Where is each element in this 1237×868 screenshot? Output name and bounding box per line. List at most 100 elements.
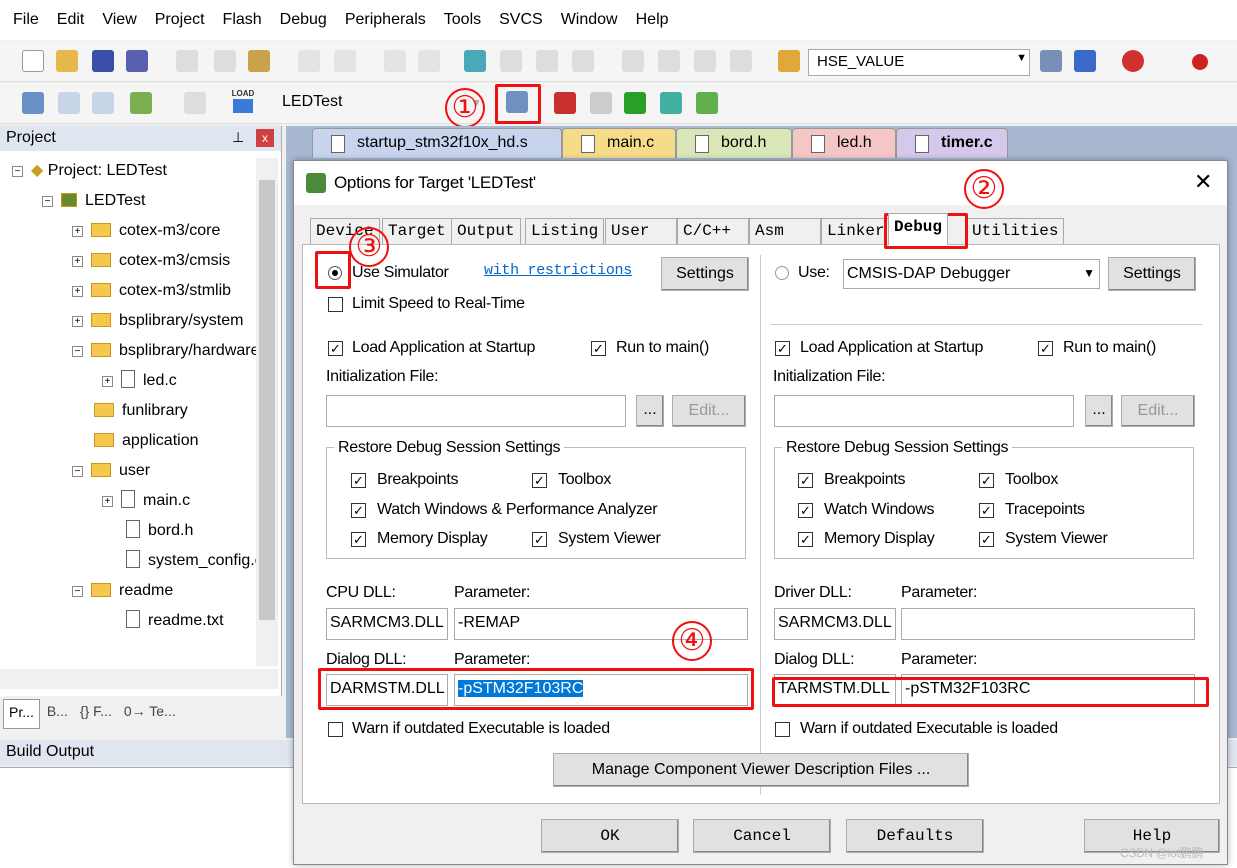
tree-item-file[interactable]: + led.c <box>102 368 177 394</box>
init-file-edit-button[interactable]: Edit... <box>1121 395 1195 427</box>
select-packs-icon[interactable] <box>590 92 612 114</box>
load-app-checkbox[interactable]: ✓ <box>328 341 343 356</box>
tree-item-project[interactable]: − ◆ Project: LEDTest <box>12 158 167 184</box>
paste-icon[interactable] <box>248 50 270 72</box>
pack-installer-icon[interactable] <box>660 92 682 114</box>
new-file-icon[interactable] <box>22 50 44 72</box>
tab-linker[interactable]: Linker <box>821 218 891 244</box>
clear-bookmarks-icon[interactable] <box>572 50 594 72</box>
menu-view[interactable]: View <box>93 11 145 29</box>
tab-utilities[interactable]: Utilities <box>966 218 1065 244</box>
menu-window[interactable]: Window <box>552 11 627 29</box>
memory-checkbox[interactable]: ✓ <box>798 532 813 547</box>
close-icon[interactable]: x <box>256 129 274 147</box>
tree-item-folder[interactable]: − readme <box>72 578 173 604</box>
tab-books[interactable]: B... <box>42 699 73 729</box>
chevron-down-icon[interactable]: ▼ <box>1016 52 1027 64</box>
editor-tab[interactable]: startup_stm32f10x_hd.s <box>312 128 562 158</box>
tree-item-folder[interactable]: + cotex-m3/core <box>72 218 220 244</box>
tab-asm[interactable]: Asm <box>749 218 821 244</box>
tracepoints-checkbox[interactable]: ✓ <box>979 503 994 518</box>
save-icon[interactable] <box>92 50 114 72</box>
tab-output[interactable]: Output <box>451 218 521 244</box>
memory-checkbox[interactable]: ✓ <box>351 532 366 547</box>
menu-flash[interactable]: Flash <box>214 11 271 29</box>
watch-checkbox[interactable]: ✓ <box>798 503 813 518</box>
load-download-icon[interactable]: LOAD <box>228 89 258 117</box>
event-recorder-icon[interactable] <box>696 92 718 114</box>
tree-item-folder[interactable]: + bsplibrary/system <box>72 308 243 334</box>
find-in-files-icon[interactable] <box>778 50 800 72</box>
editor-tab-active[interactable]: timer.c <box>896 128 1008 158</box>
comment-icon[interactable] <box>694 50 716 72</box>
manage-project-items-icon[interactable] <box>554 92 576 114</box>
tree-item-file[interactable]: readme.txt <box>126 608 224 634</box>
tree-item-file[interactable]: + main.c <box>102 488 190 514</box>
with-restrictions-link[interactable]: with restrictions <box>484 262 632 279</box>
debugger-settings-button[interactable]: Settings <box>1108 257 1196 291</box>
menu-help[interactable]: Help <box>627 11 678 29</box>
tree-item-folder[interactable]: application <box>94 428 199 454</box>
prev-bookmark-icon[interactable] <box>500 50 522 72</box>
redo-icon[interactable] <box>334 50 356 72</box>
chevron-down-icon[interactable]: ▼ <box>1083 266 1095 280</box>
tree-item-folder[interactable]: + cotex-m3/stmlib <box>72 278 231 304</box>
run-to-main-checkbox[interactable]: ✓ <box>1038 341 1053 356</box>
tree-item-file[interactable]: bord.h <box>126 518 193 544</box>
defaults-button[interactable]: Defaults <box>846 819 984 853</box>
menu-edit[interactable]: Edit <box>48 11 94 29</box>
debug-session-icon[interactable] <box>1122 50 1144 72</box>
translate-icon[interactable] <box>22 92 44 114</box>
init-file-input[interactable] <box>774 395 1074 427</box>
pin-icon[interactable]: ⊥ <box>232 129 244 146</box>
tab-templates[interactable]: 0→ Te... <box>119 699 181 729</box>
cancel-button[interactable]: Cancel <box>693 819 831 853</box>
indent-icon[interactable] <box>622 50 644 72</box>
batch-build-icon[interactable] <box>130 92 152 114</box>
debugger-select[interactable]: CMSIS-DAP Debugger ▼ <box>843 259 1100 289</box>
editor-tab[interactable]: bord.h <box>676 128 792 158</box>
breakpoints-checkbox[interactable]: ✓ <box>798 473 813 488</box>
limit-speed-checkbox[interactable] <box>328 297 343 312</box>
editor-tab[interactable]: led.h <box>792 128 896 158</box>
menu-project[interactable]: Project <box>146 11 214 29</box>
manage-run-time-icon[interactable] <box>624 92 646 114</box>
driver-param-input[interactable] <box>901 608 1195 640</box>
build-icon[interactable] <box>58 92 80 114</box>
editor-tab[interactable]: main.c <box>562 128 676 158</box>
tree-item-folder[interactable]: + cotex-m3/cmsis <box>72 248 230 274</box>
undo-icon[interactable] <box>298 50 320 72</box>
copy-icon[interactable] <box>214 50 236 72</box>
bookmark-icon[interactable] <box>464 50 486 72</box>
cut-icon[interactable] <box>176 50 198 72</box>
tree-item-folder[interactable]: funlibrary <box>94 398 188 424</box>
tree-item-folder[interactable]: − bsplibrary/hardware <box>72 338 260 364</box>
stop-build-icon[interactable] <box>184 92 206 114</box>
toolbox-checkbox[interactable]: ✓ <box>979 473 994 488</box>
breakpoint-icon[interactable] <box>1192 54 1208 70</box>
tab-user[interactable]: User <box>605 218 677 244</box>
horizontal-scrollbar[interactable] <box>0 669 278 689</box>
init-file-browse-button[interactable]: ... <box>636 395 664 427</box>
menu-debug[interactable]: Debug <box>271 11 336 29</box>
driver-dll-input[interactable]: SARMCM3.DLL <box>774 608 896 640</box>
cpu-dll-input[interactable]: SARMCM3.DLL <box>326 608 448 640</box>
tree-item-file[interactable]: system_config.c <box>126 548 263 574</box>
menu-svcs[interactable]: SVCS <box>490 11 552 29</box>
menu-tools[interactable]: Tools <box>435 11 490 29</box>
close-icon[interactable]: ✕ <box>1194 169 1212 195</box>
breakpoints-checkbox[interactable]: ✓ <box>351 473 366 488</box>
run-to-main-checkbox[interactable]: ✓ <box>591 341 606 356</box>
save-all-icon[interactable] <box>126 50 148 72</box>
next-bookmark-icon[interactable] <box>536 50 558 72</box>
tree-item-target[interactable]: − LEDTest <box>42 188 145 214</box>
find-icon[interactable] <box>1040 50 1062 72</box>
open-folder-icon[interactable] <box>56 50 78 72</box>
simulator-settings-button[interactable]: Settings <box>661 257 749 291</box>
tab-debug[interactable]: Debug <box>888 213 949 245</box>
system-viewer-checkbox[interactable]: ✓ <box>979 532 994 547</box>
menu-file[interactable]: File <box>4 11 48 29</box>
manage-component-viewer-button[interactable]: Manage Component Viewer Description File… <box>553 753 969 787</box>
forward-icon[interactable] <box>418 50 440 72</box>
init-file-input[interactable] <box>326 395 626 427</box>
